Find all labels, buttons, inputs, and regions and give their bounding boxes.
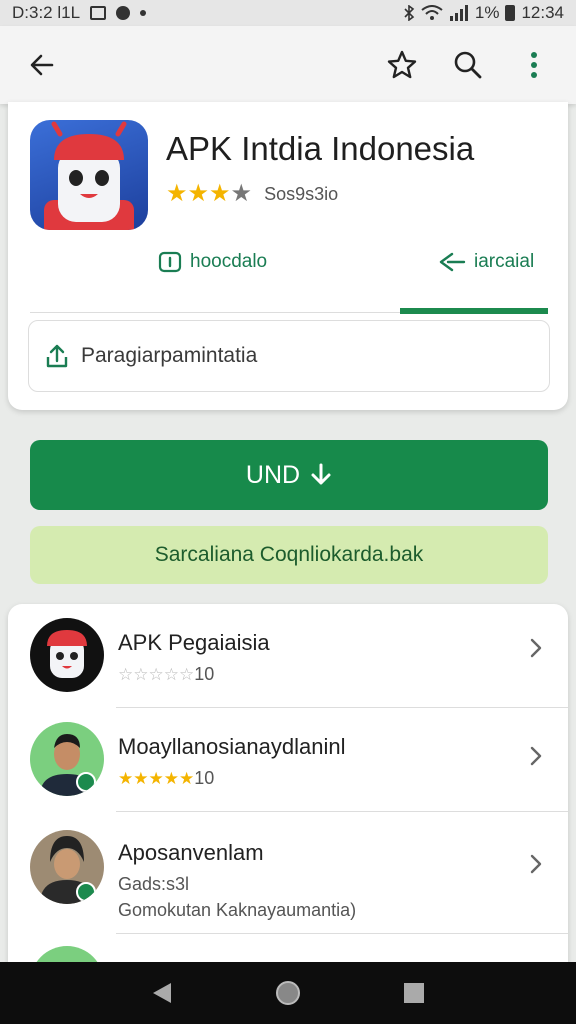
promo-button[interactable]: Sarcaliana Coqnliokarda.bak bbox=[30, 526, 548, 584]
nav-home-icon[interactable] bbox=[275, 980, 301, 1006]
star-filled-icon: ★ bbox=[209, 180, 231, 207]
star-filled-icon: ★ bbox=[166, 180, 188, 207]
upload-icon bbox=[46, 344, 68, 368]
app-notification-icon bbox=[116, 6, 131, 20]
install-button[interactable]: UND bbox=[30, 440, 548, 510]
list-item-rating: ☆ ☆ ☆ ☆ ☆ 10 bbox=[118, 664, 214, 685]
back-button[interactable] bbox=[20, 43, 64, 87]
star-empty-icon: ☆ bbox=[179, 664, 195, 684]
list-item[interactable]: Moayllanosianaydlaninl ★ ★ ★ ★ ★ 10 bbox=[8, 708, 568, 812]
star-empty-icon: ★ bbox=[230, 180, 253, 207]
info-icon bbox=[158, 251, 182, 273]
favorite-button[interactable] bbox=[380, 43, 424, 87]
list-item-count: 10 bbox=[194, 664, 215, 684]
list-item-count: 10 bbox=[194, 768, 215, 788]
list-item-description: Gomokutan Kaknayaumantia) bbox=[118, 900, 357, 920]
status-bar: D:3:2 l1L 1% 12:34 bbox=[0, 0, 576, 26]
tab-indicator bbox=[400, 308, 548, 314]
star-filled-icon: ★ bbox=[187, 180, 210, 207]
star-filled-icon: ★ bbox=[179, 768, 195, 788]
list-item-rating: ★ ★ ★ ★ ★ 10 bbox=[118, 768, 214, 789]
app-bar bbox=[0, 26, 576, 104]
back-arrow-icon bbox=[30, 54, 54, 76]
search-button[interactable] bbox=[446, 43, 490, 87]
install-label: UND bbox=[245, 460, 301, 489]
nav-recents-icon[interactable] bbox=[403, 982, 425, 1004]
download-icon bbox=[311, 463, 331, 485]
more-options-button[interactable] bbox=[512, 43, 556, 87]
list-item-title: Moayllanosianaydlaninl bbox=[118, 734, 346, 759]
nav-back-icon[interactable] bbox=[151, 981, 173, 1005]
star-empty-icon: ☆ bbox=[163, 664, 179, 684]
share-label: Paragiarpamintatia bbox=[81, 344, 258, 367]
wifi-icon bbox=[421, 5, 443, 20]
star-filled-icon: ★ bbox=[163, 768, 179, 788]
tab-share[interactable]: iarcaial bbox=[438, 250, 534, 274]
star-empty-icon: ☆ bbox=[133, 664, 149, 684]
tab-info[interactable]: hoocdalo bbox=[158, 250, 267, 274]
rating-text: Sos9s3io bbox=[264, 183, 339, 204]
list-item[interactable]: Aposanvenlam Gads:s3l Gomokutan Kaknayau… bbox=[8, 812, 568, 934]
gallery-notification-icon bbox=[90, 6, 107, 20]
star-outline-icon bbox=[387, 50, 417, 79]
app-title: APK Intdia Indonesia bbox=[166, 130, 475, 167]
share-button[interactable]: Paragiarpamintatia bbox=[28, 320, 550, 392]
woman-avatar-icon bbox=[30, 830, 104, 904]
battery-icon bbox=[505, 5, 516, 21]
app-info-card: APK Intdia Indonesia ★ ★ ★ ★ Sos9s3io ho… bbox=[8, 102, 568, 410]
list-item[interactable]: APK Pegaiaisia ☆ ☆ ☆ ☆ ☆ 10 bbox=[8, 604, 568, 708]
star-filled-icon: ★ bbox=[133, 768, 149, 788]
battery-percent: 1% bbox=[474, 3, 500, 22]
tab-info-label: hoocdalo bbox=[190, 251, 268, 272]
list-item-title: Aposanvenlam bbox=[118, 840, 264, 865]
list-item-subtitle: Gads:s3l bbox=[118, 874, 190, 894]
search-icon bbox=[454, 51, 482, 79]
related-apps-list: APK Pegaiaisia ☆ ☆ ☆ ☆ ☆ 10 Moayllanosia… bbox=[8, 604, 568, 974]
share-arrow-icon bbox=[439, 252, 466, 272]
star-filled-icon: ★ bbox=[118, 768, 134, 788]
man-avatar-icon bbox=[30, 722, 104, 796]
signal-icon bbox=[449, 5, 468, 21]
promo-label: Sarcaliana Coqnliokarda.bak bbox=[154, 543, 424, 566]
status-time-left: D:3:2 l1L bbox=[12, 3, 81, 22]
more-vert-icon bbox=[531, 52, 537, 78]
status-time-right: 12:34 bbox=[521, 3, 564, 22]
bluetooth-icon bbox=[404, 5, 415, 21]
tab-share-label: iarcaial bbox=[474, 251, 535, 272]
system-nav-bar bbox=[0, 962, 576, 1024]
more-notifications-icon bbox=[140, 10, 147, 16]
chevron-right-icon bbox=[530, 638, 542, 658]
robot-mascot-icon bbox=[44, 121, 134, 230]
list-item-title: APK Pegaiaisia bbox=[118, 630, 270, 655]
star-empty-icon: ☆ bbox=[118, 664, 134, 684]
star-empty-icon: ☆ bbox=[148, 664, 164, 684]
star-filled-icon: ★ bbox=[148, 768, 164, 788]
robot-avatar-icon bbox=[30, 618, 104, 692]
chevron-right-icon bbox=[530, 854, 542, 874]
app-icon[interactable] bbox=[30, 120, 148, 230]
chevron-right-icon bbox=[530, 746, 542, 766]
app-rating: ★ ★ ★ ★ Sos9s3io bbox=[166, 182, 338, 206]
